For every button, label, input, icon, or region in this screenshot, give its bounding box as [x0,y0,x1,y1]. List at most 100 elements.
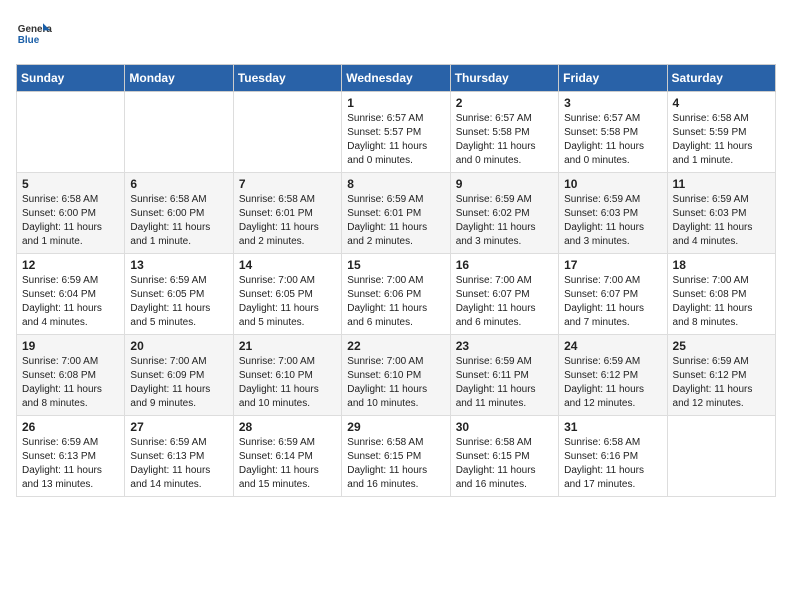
logo-icon: General Blue [16,16,52,52]
day-number: 25 [673,339,770,353]
calendar-week-3: 12Sunrise: 6:59 AM Sunset: 6:04 PM Dayli… [17,254,776,335]
calendar-cell: 26 Sunrise: 6:59 AM Sunset: 6:13 PM Dayli… [17,416,125,497]
calendar-cell: 21 Sunrise: 7:00 AM Sunset: 6:10 PM Dayli… [233,335,341,416]
day-info: Sunrise: 7:00 AM Sunset: 6:09 PM Dayligh… [130,355,227,411]
calendar-cell: 25 Sunrise: 6:59 AM Sunset: 6:12 PM Dayli… [667,335,775,416]
weekday-tuesday: Tuesday [233,65,341,92]
page-header: General Blue [16,16,776,52]
day-number: 22 [347,339,444,353]
day-number: 4 [673,96,770,110]
day-info: Sunrise: 6:58 AM Sunset: 6:16 PM Dayligh… [564,436,661,492]
day-info: Sunrise: 6:59 AM Sunset: 6:11 PM Dayligh… [456,355,553,411]
day-info: Sunrise: 6:59 AM Sunset: 6:13 PM Dayligh… [22,436,119,492]
day-number: 8 [347,177,444,191]
calendar-cell: 12Sunrise: 6:59 AM Sunset: 6:04 PM Dayli… [17,254,125,335]
day-number: 26 [22,420,119,434]
calendar-cell: 8 Sunrise: 6:59 AM Sunset: 6:01 PM Daylig… [342,173,450,254]
calendar-cell: 24Sunrise: 6:59 AM Sunset: 6:12 PM Dayli… [559,335,667,416]
calendar-cell: 31 Sunrise: 6:58 AM Sunset: 6:16 PM Dayli… [559,416,667,497]
calendar-cell: 7Sunrise: 6:58 AM Sunset: 6:01 PM Daylig… [233,173,341,254]
logo: General Blue [16,16,52,52]
day-number: 3 [564,96,661,110]
day-info: Sunrise: 7:00 AM Sunset: 6:07 PM Dayligh… [456,274,553,330]
day-info: Sunrise: 6:59 AM Sunset: 6:02 PM Dayligh… [456,193,553,249]
day-number: 11 [673,177,770,191]
day-info: Sunrise: 6:59 AM Sunset: 6:12 PM Dayligh… [564,355,661,411]
day-info: Sunrise: 7:00 AM Sunset: 6:08 PM Dayligh… [22,355,119,411]
calendar-cell: 27 Sunrise: 6:59 AM Sunset: 6:13 PM Dayli… [125,416,233,497]
calendar-cell [125,92,233,173]
calendar-week-5: 26 Sunrise: 6:59 AM Sunset: 6:13 PM Dayli… [17,416,776,497]
day-info: Sunrise: 6:58 AM Sunset: 6:01 PM Dayligh… [239,193,336,249]
day-number: 5 [22,177,119,191]
day-number: 20 [130,339,227,353]
day-info: Sunrise: 6:58 AM Sunset: 6:15 PM Dayligh… [347,436,444,492]
day-number: 2 [456,96,553,110]
day-number: 18 [673,258,770,272]
day-info: Sunrise: 6:57 AM Sunset: 5:58 PM Dayligh… [564,112,661,168]
day-number: 1 [347,96,444,110]
calendar-cell: 18 Sunrise: 7:00 AM Sunset: 6:08 PM Dayli… [667,254,775,335]
weekday-friday: Friday [559,65,667,92]
calendar-cell: 17Sunrise: 7:00 AM Sunset: 6:07 PM Dayli… [559,254,667,335]
day-number: 23 [456,339,553,353]
calendar-cell: 13 Sunrise: 6:59 AM Sunset: 6:05 PM Dayli… [125,254,233,335]
calendar-cell: 2 Sunrise: 6:57 AM Sunset: 5:58 PM Daylig… [450,92,558,173]
day-info: Sunrise: 6:59 AM Sunset: 6:12 PM Dayligh… [673,355,770,411]
day-number: 15 [347,258,444,272]
day-info: Sunrise: 7:00 AM Sunset: 6:05 PM Dayligh… [239,274,336,330]
day-info: Sunrise: 7:00 AM Sunset: 6:10 PM Dayligh… [347,355,444,411]
day-number: 27 [130,420,227,434]
day-number: 6 [130,177,227,191]
day-info: Sunrise: 7:00 AM Sunset: 6:06 PM Dayligh… [347,274,444,330]
calendar-cell: 1 Sunrise: 6:57 AM Sunset: 5:57 PM Daylig… [342,92,450,173]
day-number: 31 [564,420,661,434]
day-number: 13 [130,258,227,272]
day-number: 21 [239,339,336,353]
calendar-cell: 20 Sunrise: 7:00 AM Sunset: 6:09 PM Dayli… [125,335,233,416]
calendar-cell: 23 Sunrise: 6:59 AM Sunset: 6:11 PM Dayli… [450,335,558,416]
weekday-monday: Monday [125,65,233,92]
day-info: Sunrise: 6:59 AM Sunset: 6:13 PM Dayligh… [130,436,227,492]
day-info: Sunrise: 6:59 AM Sunset: 6:01 PM Dayligh… [347,193,444,249]
day-info: Sunrise: 6:59 AM Sunset: 6:05 PM Dayligh… [130,274,227,330]
weekday-thursday: Thursday [450,65,558,92]
weekday-header-row: SundayMondayTuesdayWednesdayThursdayFrid… [17,65,776,92]
day-info: Sunrise: 6:59 AM Sunset: 6:03 PM Dayligh… [673,193,770,249]
svg-text:Blue: Blue [18,35,40,46]
calendar-cell [233,92,341,173]
day-number: 19 [22,339,119,353]
day-info: Sunrise: 6:59 AM Sunset: 6:14 PM Dayligh… [239,436,336,492]
day-number: 29 [347,420,444,434]
calendar-week-1: 1 Sunrise: 6:57 AM Sunset: 5:57 PM Daylig… [17,92,776,173]
calendar-cell: 4 Sunrise: 6:58 AM Sunset: 5:59 PM Daylig… [667,92,775,173]
calendar-cell: 14Sunrise: 7:00 AM Sunset: 6:05 PM Dayli… [233,254,341,335]
day-number: 12 [22,258,119,272]
calendar-cell: 28 Sunrise: 6:59 AM Sunset: 6:14 PM Dayli… [233,416,341,497]
day-info: Sunrise: 7:00 AM Sunset: 6:08 PM Dayligh… [673,274,770,330]
calendar-table: SundayMondayTuesdayWednesdayThursdayFrid… [16,64,776,497]
weekday-sunday: Sunday [17,65,125,92]
day-number: 28 [239,420,336,434]
calendar-cell: 5Sunrise: 6:58 AM Sunset: 6:00 PM Daylig… [17,173,125,254]
calendar-body: 1 Sunrise: 6:57 AM Sunset: 5:57 PM Daylig… [17,92,776,497]
day-info: Sunrise: 6:58 AM Sunset: 5:59 PM Dayligh… [673,112,770,168]
calendar-cell: 10Sunrise: 6:59 AM Sunset: 6:03 PM Dayli… [559,173,667,254]
calendar-cell: 3 Sunrise: 6:57 AM Sunset: 5:58 PM Daylig… [559,92,667,173]
weekday-wednesday: Wednesday [342,65,450,92]
day-number: 16 [456,258,553,272]
day-info: Sunrise: 7:00 AM Sunset: 6:07 PM Dayligh… [564,274,661,330]
calendar-cell [17,92,125,173]
calendar-cell: 19 Sunrise: 7:00 AM Sunset: 6:08 PM Dayli… [17,335,125,416]
calendar-cell: 6 Sunrise: 6:58 AM Sunset: 6:00 PM Daylig… [125,173,233,254]
day-info: Sunrise: 6:57 AM Sunset: 5:58 PM Dayligh… [456,112,553,168]
day-info: Sunrise: 6:58 AM Sunset: 6:15 PM Dayligh… [456,436,553,492]
day-number: 10 [564,177,661,191]
weekday-saturday: Saturday [667,65,775,92]
calendar-cell: 11 Sunrise: 6:59 AM Sunset: 6:03 PM Dayli… [667,173,775,254]
day-info: Sunrise: 7:00 AM Sunset: 6:10 PM Dayligh… [239,355,336,411]
day-info: Sunrise: 6:58 AM Sunset: 6:00 PM Dayligh… [130,193,227,249]
calendar-cell: 9Sunrise: 6:59 AM Sunset: 6:02 PM Daylig… [450,173,558,254]
calendar-cell: 16 Sunrise: 7:00 AM Sunset: 6:07 PM Dayli… [450,254,558,335]
day-info: Sunrise: 6:57 AM Sunset: 5:57 PM Dayligh… [347,112,444,168]
